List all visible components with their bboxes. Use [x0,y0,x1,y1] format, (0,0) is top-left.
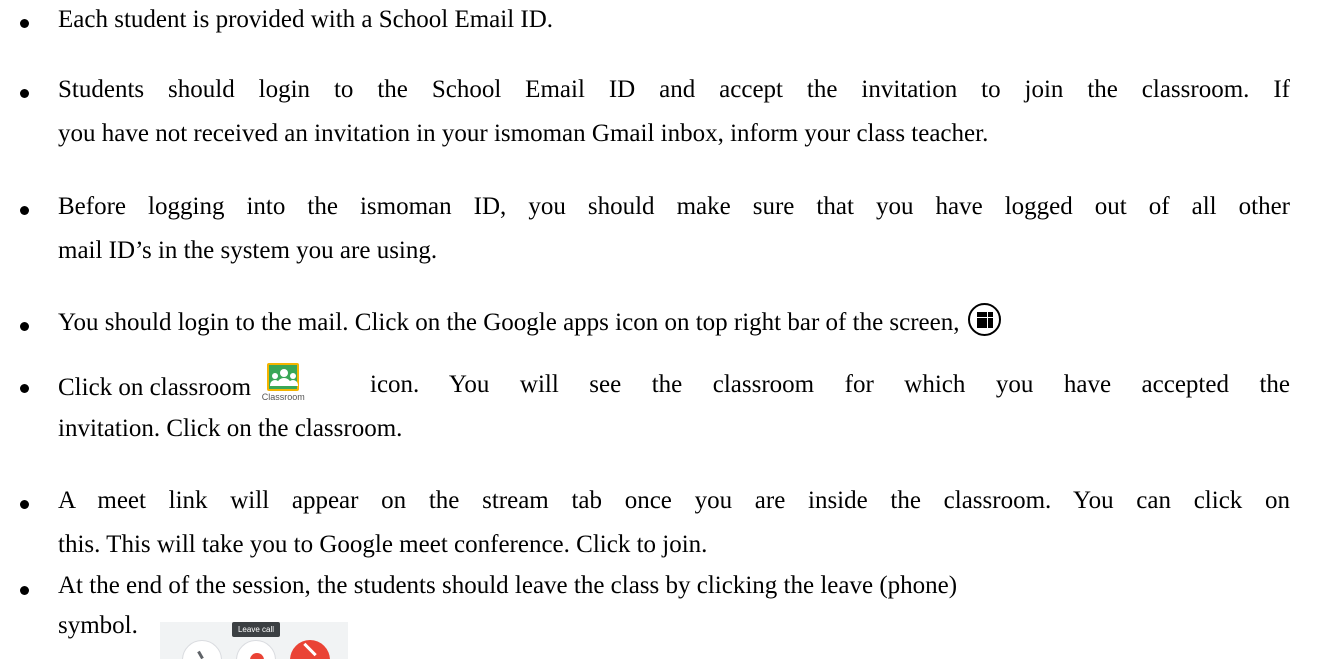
bullet-3-line-1: Before logging into the ismoman ID, you … [58,193,1290,220]
leave-call-button[interactable] [236,640,276,659]
document-page: Each student is provided with a School E… [0,0,1337,659]
leave-call-snippet: Leave call [160,622,348,659]
google-classroom-icon: Classroom [261,363,305,407]
bullet-dot [20,19,29,28]
bullet-dot [20,89,29,98]
camera-off-icon [303,642,317,657]
classroom-icon-caption: Classroom [261,392,305,402]
bullet-3-line-2: mail ID’s in the system you are using. [58,237,438,264]
bullet-dot [20,500,29,509]
bullet-5-line-2: invitation. Click on the classroom. [58,415,403,442]
camera-off-button[interactable] [290,640,330,659]
mic-button[interactable] [182,640,222,659]
bullet-6-line-1: A meet link will appear on the stream ta… [58,487,1290,514]
bullet-5-text-post: icon. You will see the classroom for whi… [370,371,1290,398]
bullet-6-line-2: this. This will take you to Google meet … [58,531,708,558]
bullet-dot [20,384,29,393]
google-apps-icon [967,303,1001,336]
bullet-1-text: Each student is provided with a School E… [58,6,554,33]
bullet-5-text-pre: Click on classroom [58,374,252,401]
bullet-2-line-1: Students should login to the School Emai… [58,76,1290,103]
bullet-4-text: You should login to the mail. Click on t… [58,309,960,336]
bullet-dot [20,206,29,215]
phone-icon [250,653,264,659]
leave-call-tooltip: Leave call [232,622,280,637]
bullet-2-line-2: you have not received an invitation in y… [58,120,989,147]
bullet-dot [20,586,29,595]
bullet-dot [20,322,29,331]
bullet-7-line-1: At the end of the session, the students … [58,572,958,599]
mic-icon [197,650,204,659]
